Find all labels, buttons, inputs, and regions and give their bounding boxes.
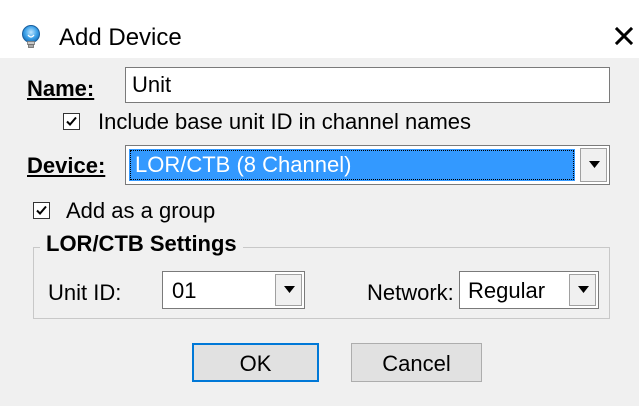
lor-ctb-settings-title: LOR/CTB Settings (40, 231, 243, 257)
unit-id-dropdown-button[interactable] (275, 274, 302, 306)
chevron-down-icon (589, 161, 600, 168)
add-device-dialog: Add Device Name: Unit Include base unit … (0, 0, 639, 406)
ok-button[interactable]: OK (192, 343, 319, 382)
cancel-button[interactable]: Cancel (351, 343, 482, 382)
checkmark-icon (66, 116, 77, 126)
network-dropdown-button[interactable] (569, 274, 596, 306)
unit-id-select[interactable]: 01 (162, 271, 305, 309)
unit-id-value: 01 (172, 278, 197, 303)
device-label-text: Device: (27, 153, 106, 178)
device-select-value: LOR/CTB (8 Channel) (135, 152, 352, 177)
unit-id-label: Unit ID: (48, 280, 122, 305)
add-as-group-label[interactable]: Add as a group (66, 198, 215, 224)
name-input[interactable]: Unit (125, 67, 610, 103)
device-dropdown-button[interactable] (580, 148, 607, 182)
network-select[interactable]: Regular (459, 271, 599, 309)
lightbulb-icon (21, 25, 41, 49)
device-select[interactable]: LOR/CTB (8 Channel) (125, 145, 610, 185)
network-label: Network: (367, 280, 454, 305)
close-button[interactable] (612, 24, 636, 48)
window-title: Add Device (59, 24, 182, 51)
add-as-group-checkbox[interactable] (33, 202, 50, 219)
chevron-down-icon (284, 286, 295, 293)
name-label: Name: (27, 76, 94, 102)
chevron-down-icon (578, 286, 589, 293)
include-base-unit-checkbox[interactable] (63, 113, 80, 130)
include-base-unit-label[interactable]: Include base unit ID in channel names (98, 109, 471, 135)
name-label-text: Name: (27, 76, 95, 101)
device-label: Device: (27, 153, 105, 179)
checkmark-icon (36, 205, 47, 215)
close-icon (614, 26, 634, 46)
title-bar[interactable]: Add Device (0, 0, 639, 59)
network-value: Regular (468, 278, 546, 303)
